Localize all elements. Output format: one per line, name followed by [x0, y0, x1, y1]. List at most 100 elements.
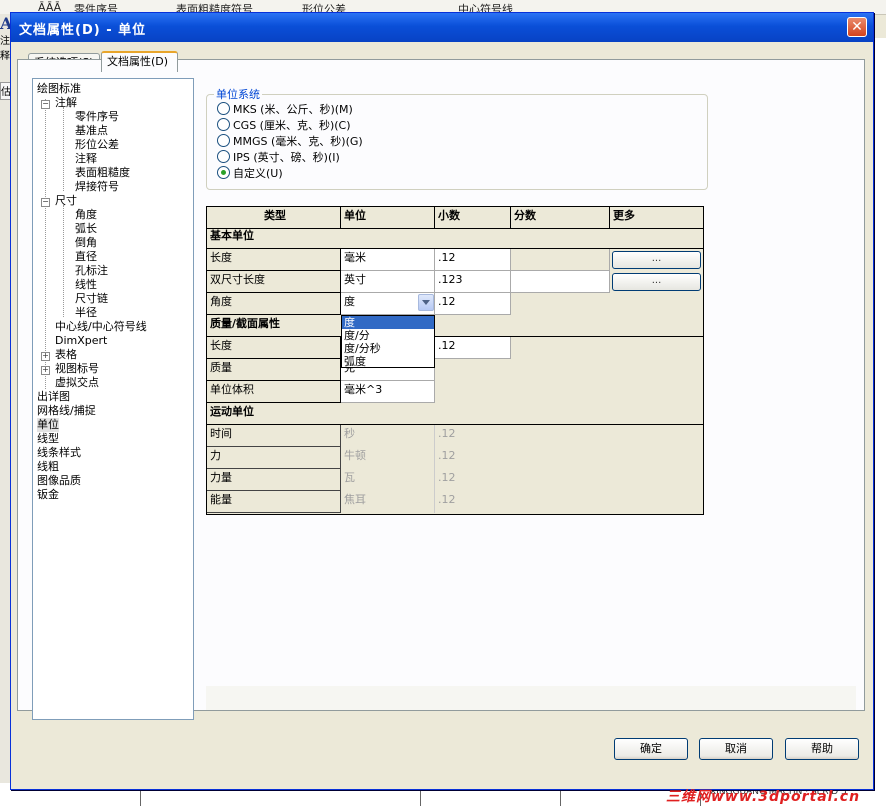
title-bar[interactable]: 文档属性(D) - 单位 ✕	[11, 13, 873, 42]
row-label-power: 力量	[207, 469, 341, 491]
tree-item-centerline[interactable]: 中心线/中心符号线	[55, 320, 147, 334]
tree-line	[63, 107, 64, 191]
radio-circle-icon	[217, 150, 230, 163]
row-label-unit-volume: 单位体积	[207, 381, 341, 403]
section-mass-properties: 质量/截面属性	[207, 315, 703, 337]
row-label-angle: 角度	[207, 293, 341, 315]
tree-item-chamfer[interactable]: 倒角	[75, 236, 97, 250]
tree-item-line-style[interactable]: 线条样式	[37, 446, 81, 460]
tree-item-weld-symbol[interactable]: 焊接符号	[75, 180, 119, 194]
dropdown-option-deg-min[interactable]: 度/分	[342, 329, 434, 342]
dual-length-fraction-cell[interactable]	[511, 271, 610, 293]
tree-item-linear[interactable]: 线性	[75, 278, 97, 292]
description-area	[206, 686, 856, 710]
energy-decimal-cell: .12	[438, 493, 456, 506]
dropdown-option-deg-min-sec[interactable]: 度/分秒	[342, 342, 434, 355]
radio-label: 自定义(U)	[233, 167, 283, 180]
dual-length-unit-cell[interactable]: 英寸	[341, 271, 435, 293]
column-header-fraction: 分数	[511, 207, 610, 229]
tree-item-image-quality[interactable]: 图像品质	[37, 474, 81, 488]
tree-item-drawing-standard[interactable]: 绘图标准	[37, 82, 81, 96]
radio-circle-icon	[217, 102, 230, 115]
time-decimal-cell: .12	[438, 427, 456, 440]
help-button[interactable]: 帮助	[785, 738, 859, 760]
tree-item-hole-callout[interactable]: 孔标注	[75, 264, 108, 278]
tree-line	[63, 205, 64, 317]
chevron-down-icon[interactable]	[418, 294, 434, 311]
radio-ips[interactable]: IPS (英寸、磅、秒)(I)	[217, 150, 340, 164]
collapse-icon[interactable]: −	[41, 198, 50, 207]
column-header-more: 更多	[610, 207, 703, 229]
tree-item-balloon[interactable]: 零件序号	[75, 110, 119, 124]
length-more-button[interactable]: ...	[612, 251, 701, 269]
tree-item-annotations[interactable]: 注解	[55, 96, 77, 110]
row-label-mass-length: 长度	[207, 337, 341, 359]
tree-item-radius[interactable]: 半径	[75, 306, 97, 320]
radio-label: MMGS (毫米、克、秒)(G)	[233, 135, 363, 148]
radio-custom[interactable]: 自定义(U)	[217, 166, 283, 180]
radio-mmgs[interactable]: MMGS (毫米、克、秒)(G)	[217, 134, 363, 148]
dropdown-option-degrees[interactable]: 度	[342, 316, 434, 329]
tree-item-detailing[interactable]: 出详图	[37, 390, 70, 404]
dual-length-more-button[interactable]: ...	[612, 273, 701, 291]
tree-item-dimensions[interactable]: 尺寸	[55, 194, 77, 208]
row-label-force: 力	[207, 447, 341, 469]
row-label-length: 长度	[207, 249, 341, 271]
tab-document-properties[interactable]: 文档属性(D)	[101, 51, 178, 72]
tree-item-tables[interactable]: 表格	[55, 348, 77, 362]
collapse-icon[interactable]: −	[41, 100, 50, 109]
length-unit-cell[interactable]: 毫米	[341, 249, 435, 271]
row-label-time: 时间	[207, 425, 341, 447]
angle-decimal-cell[interactable]: .12	[435, 293, 511, 315]
tree-item-angle[interactable]: 角度	[75, 208, 97, 222]
tree-item-datum[interactable]: 基准点	[75, 124, 108, 138]
power-unit-cell: 瓦	[341, 469, 435, 491]
tree-item-line-font[interactable]: 线型	[37, 432, 59, 446]
tree-item-virtual-sharps[interactable]: 虚拟交点	[55, 376, 99, 390]
radio-cgs[interactable]: CGS (厘米、克、秒)(C)	[217, 118, 351, 132]
tree-item-diameter[interactable]: 直径	[75, 250, 97, 264]
column-header-unit: 单位	[341, 207, 435, 229]
tree-item-sheet-metal[interactable]: 钣金	[37, 488, 59, 502]
close-button[interactable]: ✕	[847, 17, 867, 37]
row-label-mass: 质量	[207, 359, 341, 381]
expand-icon[interactable]: +	[41, 352, 50, 361]
window-title: 文档属性(D) - 单位	[19, 23, 147, 38]
tree-item-dimxpert[interactable]: DimXpert	[55, 334, 107, 348]
tree-item-grid-snap[interactable]: 网格线/捕捉	[37, 404, 96, 418]
tree-item-surface-finish[interactable]: 表面粗糙度	[75, 166, 130, 180]
radio-label: IPS (英寸、磅、秒)(I)	[233, 151, 340, 164]
radio-mks[interactable]: MKS (米、公斤、秒)(M)	[217, 102, 353, 116]
dual-length-decimal-cell[interactable]: .123	[435, 271, 511, 293]
angle-unit-dropdown-list[interactable]: 度 度/分 度/分秒 弧度	[341, 315, 435, 368]
tree-item-ordinate[interactable]: 尺寸链	[75, 292, 108, 306]
volume-unit-cell[interactable]: 毫米^3	[341, 381, 435, 403]
time-unit-cell: 秒	[341, 425, 435, 447]
tree-item-gtol[interactable]: 形位公差	[75, 138, 119, 152]
radio-label: MKS (米、公斤、秒)(M)	[233, 103, 353, 116]
tree-item-units[interactable]: 单位	[37, 418, 59, 432]
force-decimal-cell: .12	[438, 449, 456, 462]
tree-item-notes[interactable]: 注释	[75, 152, 97, 166]
tree-item-line-thickness[interactable]: 线粗	[37, 460, 59, 474]
row-label-energy: 能量	[207, 491, 341, 513]
property-tree[interactable]: 绘图标准 − 注解 零件序号 基准点 形位公差 注释 表面粗糙度 焊接符号 − …	[32, 78, 194, 720]
radio-circle-icon	[217, 118, 230, 131]
length-decimal-cell[interactable]: .12	[435, 249, 511, 271]
tree-item-arc-length[interactable]: 弧长	[75, 222, 97, 236]
energy-unit-cell: 焦耳	[341, 491, 435, 513]
tree-line	[45, 99, 46, 389]
cancel-button[interactable]: 取消	[699, 738, 773, 760]
section-basic-units: 基本单位	[207, 227, 703, 249]
tree-item-view-labels[interactable]: 视图标号	[55, 362, 99, 376]
mass-length-decimal-cell[interactable]: .12	[435, 337, 511, 359]
column-header-type: 类型	[207, 207, 341, 229]
dropdown-option-radians[interactable]: 弧度	[342, 355, 434, 368]
section-motion-units: 运动单位	[207, 403, 703, 425]
ok-button[interactable]: 确定	[614, 738, 688, 760]
column-header-decimal: 小数	[435, 207, 511, 229]
unit-system-title: 单位系统	[214, 86, 262, 102]
radio-circle-icon	[217, 134, 230, 147]
length-fraction-cell[interactable]	[511, 249, 610, 271]
expand-icon[interactable]: +	[41, 366, 50, 375]
